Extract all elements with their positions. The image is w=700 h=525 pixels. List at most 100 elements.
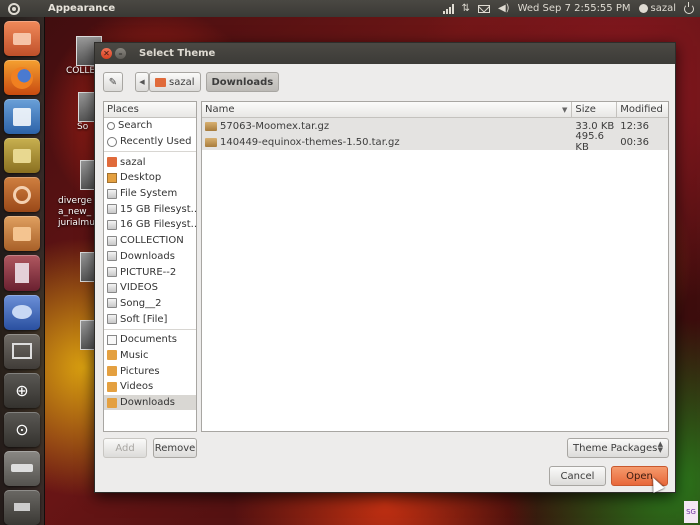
place-item-picture2[interactable]: PICTURE--2 (104, 264, 196, 280)
cancel-button[interactable]: Cancel (549, 466, 606, 486)
dialog-title: Select Theme (139, 48, 216, 59)
place-item-16gb[interactable]: 16 GB Filesyst... (104, 217, 196, 233)
chevron-left-icon: ◀ (139, 78, 145, 86)
archive-file-icon (205, 137, 217, 147)
bluetooth-icon[interactable]: ⇅ (462, 3, 470, 14)
place-label: VIDEOS (120, 282, 159, 294)
filter-value: Theme Packages (573, 442, 658, 454)
place-item-downloads[interactable]: Downloads (104, 394, 196, 411)
writer-launcher-icon[interactable] (4, 99, 40, 135)
place-item-pictures[interactable]: Pictures (104, 363, 196, 379)
file-type-filter-select[interactable]: Theme Packages ▲ ▼ (567, 438, 669, 458)
file-name: 140449-equinox-themes-1.50.tar.gz (220, 136, 400, 148)
place-label: Downloads (120, 397, 175, 409)
breadcrumb-home[interactable]: sazal (149, 72, 201, 92)
pencil-icon: ✎ (108, 76, 118, 88)
user-menu[interactable]: sazal (638, 3, 677, 14)
file-size: 33.0 KB (575, 120, 615, 132)
places-divider (104, 328, 196, 330)
places-header[interactable]: Places (104, 102, 196, 118)
place-label: Soft [File] (120, 313, 168, 325)
mail-icon[interactable] (477, 4, 490, 13)
remove-bookmark-button[interactable]: Remove (153, 438, 197, 458)
home-folder-launcher-icon[interactable] (4, 21, 40, 57)
desktop-label: diverge (58, 196, 92, 206)
launcher: ⊕ ⊙ (0, 17, 45, 525)
archive-launcher-icon[interactable] (4, 216, 40, 252)
volume-icon[interactable]: ◀) (498, 3, 510, 14)
trash-icon[interactable] (4, 489, 40, 525)
breadcrumb-label: Downloads (211, 76, 274, 88)
file-row[interactable]: 140449-equinox-themes-1.50.tar.gz 495.6 … (202, 131, 668, 153)
pictures-folder-icon (107, 366, 117, 377)
place-item-downloads-drive[interactable]: Downloads (104, 249, 196, 265)
column-header-name[interactable]: Name ▼ (202, 102, 573, 117)
document-icon (107, 334, 117, 345)
place-item-videos[interactable]: Videos (104, 379, 196, 395)
place-item-filesystem[interactable]: File System (104, 186, 196, 202)
place-item-home[interactable]: sazal (104, 154, 196, 170)
dash-button[interactable] (0, 0, 28, 17)
path-bar: ✎ ◀ sazal Downloads (103, 72, 280, 92)
place-label: Recently Used (120, 136, 192, 148)
app-launcher-icon-2[interactable] (4, 294, 40, 330)
search-icon (107, 121, 115, 130)
power-icon[interactable] (684, 1, 694, 14)
place-label: 16 GB Filesyst... (120, 219, 197, 231)
file-modified: 12:36 (620, 120, 650, 132)
close-icon[interactable]: ✕ (101, 48, 112, 59)
place-item-desktop[interactable]: Desktop (104, 170, 196, 186)
column-header-modified[interactable]: Modified (617, 102, 668, 117)
updown-arrows-icon: ▲ ▼ (657, 440, 663, 454)
desktop-icon (107, 172, 117, 183)
watermark-logo: SG (684, 501, 698, 523)
file-name: 57063-Moomex.tar.gz (220, 120, 330, 132)
breadcrumb-downloads[interactable]: Downloads (205, 72, 280, 92)
indicator-area: ⇅ ◀) Wed Sep 7 2:55:55 PM sazal (442, 1, 700, 14)
place-item-song2[interactable]: Song__2 (104, 296, 196, 312)
software-center-launcher-icon[interactable] (4, 177, 40, 213)
place-item-collection[interactable]: COLLECTION (104, 233, 196, 249)
downloads-folder-icon (107, 397, 117, 408)
place-item-soft[interactable]: Soft [File] (104, 311, 196, 327)
workspace-switcher-icon[interactable] (4, 333, 40, 369)
user-icon (638, 4, 648, 13)
place-label: Documents (120, 334, 178, 346)
place-label: Music (120, 349, 149, 361)
network-signal-icon[interactable] (442, 3, 454, 14)
places-sidebar: Places Search Recently Used sazal Deskto… (103, 101, 197, 432)
top-panel: Appearance ⇅ ◀) Wed Sep 7 2:55:55 PM saz… (0, 0, 700, 17)
zoom-in-icon[interactable]: ⊕ (4, 372, 40, 408)
place-item-recent[interactable]: Recently Used (104, 134, 196, 150)
music-folder-icon (107, 350, 117, 361)
desktop-label: jurialmu (58, 218, 95, 228)
place-item-music[interactable]: Music (104, 348, 196, 364)
column-label: Name (205, 104, 235, 115)
column-header-size[interactable]: Size (572, 102, 618, 117)
zoom-fit-icon[interactable]: ⊙ (4, 411, 40, 447)
place-item-search[interactable]: Search (104, 118, 196, 134)
minimize-icon[interactable]: – (115, 48, 126, 59)
installer-launcher-icon[interactable] (4, 138, 40, 174)
drive-icon (107, 282, 117, 293)
desktop-label: COLLE (66, 66, 96, 76)
app-menu-title[interactable]: Appearance (48, 3, 115, 14)
place-item-15gb[interactable]: 15 GB Filesyst... (104, 201, 196, 217)
clock[interactable]: Wed Sep 7 2:55:55 PM (518, 3, 631, 14)
file-size: 495.6 KB (575, 131, 605, 153)
app-launcher-icon[interactable] (4, 255, 40, 291)
user-name: sazal (650, 3, 677, 14)
place-item-videos-drive[interactable]: VIDEOS (104, 280, 196, 296)
type-location-button[interactable]: ✎ (103, 72, 123, 92)
file-list: Name ▼ Size Modified 57063-Moomex.tar.gz… (201, 101, 669, 432)
firefox-launcher-icon[interactable] (4, 60, 40, 96)
sort-descending-icon: ▼ (562, 105, 568, 114)
dialog-titlebar[interactable]: ✕ – Select Theme (95, 43, 675, 64)
path-scroll-left-button[interactable]: ◀ (135, 72, 149, 92)
desktop-label: a_new_ (58, 207, 92, 217)
place-label: File System (120, 188, 178, 200)
place-label: Song__2 (120, 297, 162, 309)
drive-launcher-icon[interactable] (4, 450, 40, 486)
place-item-documents[interactable]: Documents (104, 332, 196, 348)
add-bookmark-button[interactable]: Add (103, 438, 147, 458)
